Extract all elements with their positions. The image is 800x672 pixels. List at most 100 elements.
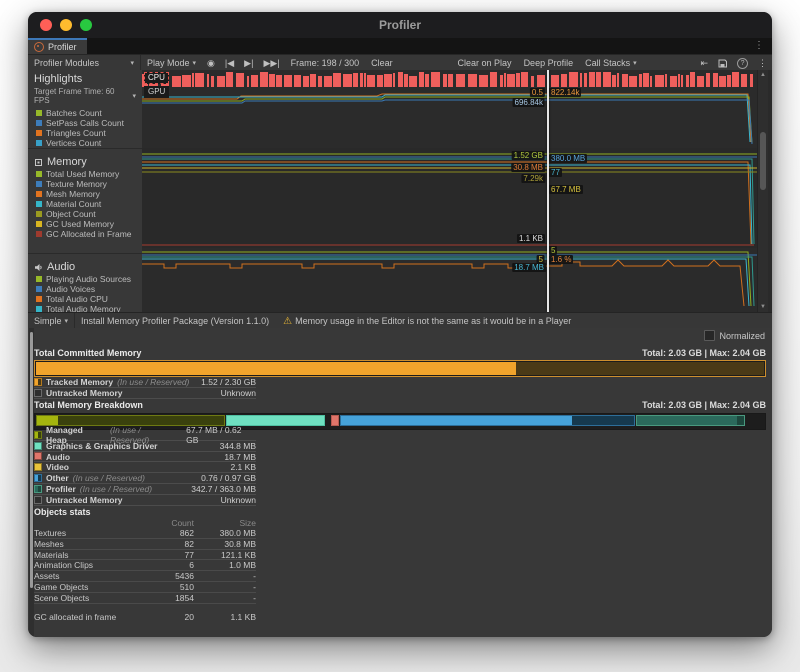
normalized-checkbox[interactable] bbox=[704, 330, 715, 341]
legend-item[interactable]: Total Used Memory bbox=[28, 169, 142, 179]
legend-item[interactable]: Vertices Count bbox=[28, 138, 142, 148]
tab-profiler[interactable]: Profiler bbox=[28, 38, 87, 54]
table-row: Textures862380.0 MB bbox=[34, 528, 256, 539]
tracked-memory-segment bbox=[36, 362, 516, 375]
legend-row[interactable]: Other (In use / Reserved) 0.76 / 0.97 GB bbox=[34, 473, 256, 484]
size-column-header: Size bbox=[194, 518, 256, 528]
load-profile-icon[interactable]: ⇤ bbox=[695, 55, 713, 71]
series-swatch bbox=[36, 286, 42, 292]
cpu-track-button[interactable]: CPU bbox=[144, 72, 169, 84]
committed-memory-bar[interactable] bbox=[34, 360, 766, 377]
series-swatch bbox=[36, 211, 42, 217]
legend-item[interactable]: Texture Memory bbox=[28, 179, 142, 189]
target-frame-time-dropdown[interactable]: Target Frame Time: 60 FPS ▾ bbox=[28, 86, 142, 108]
series-swatch bbox=[36, 110, 42, 116]
series-swatch bbox=[36, 201, 42, 207]
legend-item[interactable]: Playing Audio Sources bbox=[28, 274, 142, 284]
objects-stats-columns: Count Size bbox=[34, 518, 256, 528]
profiler-chart-canvas[interactable]: CPU GPU 0.5 822.14k 696.84k 1.52 GB 380.… bbox=[142, 70, 757, 312]
highlights-chart[interactable] bbox=[142, 70, 757, 149]
titlebar[interactable]: Profiler bbox=[28, 12, 772, 38]
series-swatch bbox=[36, 276, 42, 282]
legend-row[interactable]: Untracked Memory Unknown bbox=[34, 388, 256, 399]
series-swatch bbox=[36, 191, 42, 197]
legend-item[interactable]: Total Audio CPU bbox=[28, 294, 142, 304]
chevron-down-icon: ▾ bbox=[633, 59, 637, 67]
legend-row[interactable]: Video 2.1 KB bbox=[34, 462, 256, 473]
breakdown-total: Total: 2.03 GB | Max: 2.04 GB bbox=[642, 400, 766, 410]
clear-on-play-toggle[interactable]: Clear on Play bbox=[452, 55, 518, 71]
gpu-track-button[interactable]: GPU bbox=[144, 86, 169, 98]
chart-value-label: 822.14k bbox=[549, 88, 581, 97]
table-row: Meshes8230.8 MB bbox=[34, 539, 256, 550]
tab-menu-icon[interactable]: ⋮ bbox=[754, 40, 764, 51]
memory-details-pane: Normalized Total Committed Memory Total:… bbox=[28, 328, 772, 637]
legend-item[interactable]: Object Count bbox=[28, 209, 142, 219]
legend-item[interactable]: GC Used Memory bbox=[28, 219, 142, 229]
help-icon[interactable]: ? bbox=[732, 55, 753, 71]
memory-chart[interactable] bbox=[142, 148, 757, 249]
series-swatch bbox=[34, 389, 42, 397]
save-profile-icon[interactable] bbox=[713, 55, 732, 71]
objects-stats-table: Objects stats Count Size Textures862380.… bbox=[34, 506, 256, 622]
audio-segment bbox=[331, 415, 339, 426]
legend-item[interactable]: GC Allocated in Frame bbox=[28, 229, 142, 239]
tab-label: Profiler bbox=[48, 42, 77, 52]
chart-value-label: 5 bbox=[549, 246, 557, 255]
record-button[interactable]: ◉ bbox=[202, 55, 220, 71]
module-memory[interactable]: Memory Total Used Memory Texture Memory … bbox=[28, 149, 142, 254]
legend-row[interactable]: Graphics & Graphics Driver 344.8 MB bbox=[34, 441, 256, 452]
series-swatch bbox=[34, 442, 42, 450]
untracked-memory-segment bbox=[516, 362, 764, 375]
profiler-modules-dropdown[interactable]: Profiler Modules▾ bbox=[28, 55, 140, 71]
chart-scrollbar[interactable]: ▲ ▼ bbox=[757, 70, 768, 312]
legend-item[interactable]: Total Audio Memory bbox=[28, 304, 142, 312]
deep-profile-toggle[interactable]: Deep Profile bbox=[518, 55, 580, 71]
legend-item[interactable]: SetPass Calls Count bbox=[28, 118, 142, 128]
highlights-header: Highlights bbox=[28, 70, 142, 86]
scrollbar-thumb[interactable] bbox=[760, 132, 766, 190]
chevron-down-icon: ▾ bbox=[65, 317, 69, 325]
chart-value-label: 7.29k bbox=[521, 174, 545, 183]
series-swatch bbox=[36, 130, 42, 136]
legend-item[interactable]: Audio Voices bbox=[28, 284, 142, 294]
audio-header: Audio bbox=[28, 258, 142, 274]
chevron-down-icon: ▾ bbox=[193, 59, 197, 67]
legend-row[interactable]: Audio 18.7 MB bbox=[34, 452, 256, 463]
install-memory-profiler-button[interactable]: Install Memory Profiler Package (Version… bbox=[75, 313, 275, 329]
series-swatch bbox=[36, 181, 42, 187]
last-frame-button[interactable]: ▶▶| bbox=[258, 55, 284, 71]
module-highlights[interactable]: Highlights Target Frame Time: 60 FPS ▾ B… bbox=[28, 70, 142, 149]
legend-row[interactable]: Untracked Memory Unknown bbox=[34, 495, 256, 506]
context-menu-icon[interactable]: ⋮ bbox=[753, 55, 772, 71]
legend-row[interactable]: Profiler (In use / Reserved) 342.7 / 363… bbox=[34, 484, 256, 495]
details-view-dropdown[interactable]: Simple▾ bbox=[28, 313, 74, 329]
audio-chart[interactable] bbox=[142, 248, 757, 312]
module-audio[interactable]: Audio Playing Audio Sources Audio Voices… bbox=[28, 254, 142, 312]
series-swatch bbox=[34, 485, 42, 493]
legend-row[interactable]: Managed Heap (In use / Reserved) 67.7 MB… bbox=[34, 430, 256, 441]
next-frame-button[interactable]: ▶| bbox=[239, 55, 258, 71]
table-row: Game Objects510- bbox=[34, 582, 256, 593]
scroll-up-icon[interactable]: ▲ bbox=[758, 72, 768, 78]
tab-bar: Profiler ⋮ bbox=[28, 38, 772, 54]
previous-frame-button[interactable]: |◀ bbox=[220, 55, 239, 71]
legend-item[interactable]: Triangles Count bbox=[28, 128, 142, 138]
legend-item[interactable]: Batches Count bbox=[28, 108, 142, 118]
scrollbar-thumb[interactable] bbox=[30, 332, 33, 588]
legend-row[interactable]: Tracked Memory (In use / Reserved) 1.52 … bbox=[34, 377, 256, 388]
series-swatch bbox=[36, 140, 42, 146]
legend-item[interactable]: Material Count bbox=[28, 199, 142, 209]
chevron-down-icon: ▾ bbox=[130, 59, 134, 67]
clear-button[interactable]: Clear bbox=[365, 55, 399, 71]
play-mode-dropdown[interactable]: Play Mode▾ bbox=[141, 55, 202, 71]
chart-value-label: 1.6 % bbox=[549, 255, 573, 264]
series-swatch bbox=[36, 221, 42, 227]
normalized-toggle[interactable]: Normalized bbox=[704, 330, 765, 341]
legend-item[interactable]: Mesh Memory bbox=[28, 189, 142, 199]
call-stacks-dropdown[interactable]: Call Stacks▾ bbox=[579, 55, 643, 71]
scroll-down-icon[interactable]: ▼ bbox=[758, 304, 768, 310]
warning-icon: ⚠ bbox=[283, 316, 292, 327]
module-sidebar: Highlights Target Frame Time: 60 FPS ▾ B… bbox=[28, 70, 143, 312]
committed-legend: Tracked Memory (In use / Reserved) 1.52 … bbox=[34, 377, 256, 399]
